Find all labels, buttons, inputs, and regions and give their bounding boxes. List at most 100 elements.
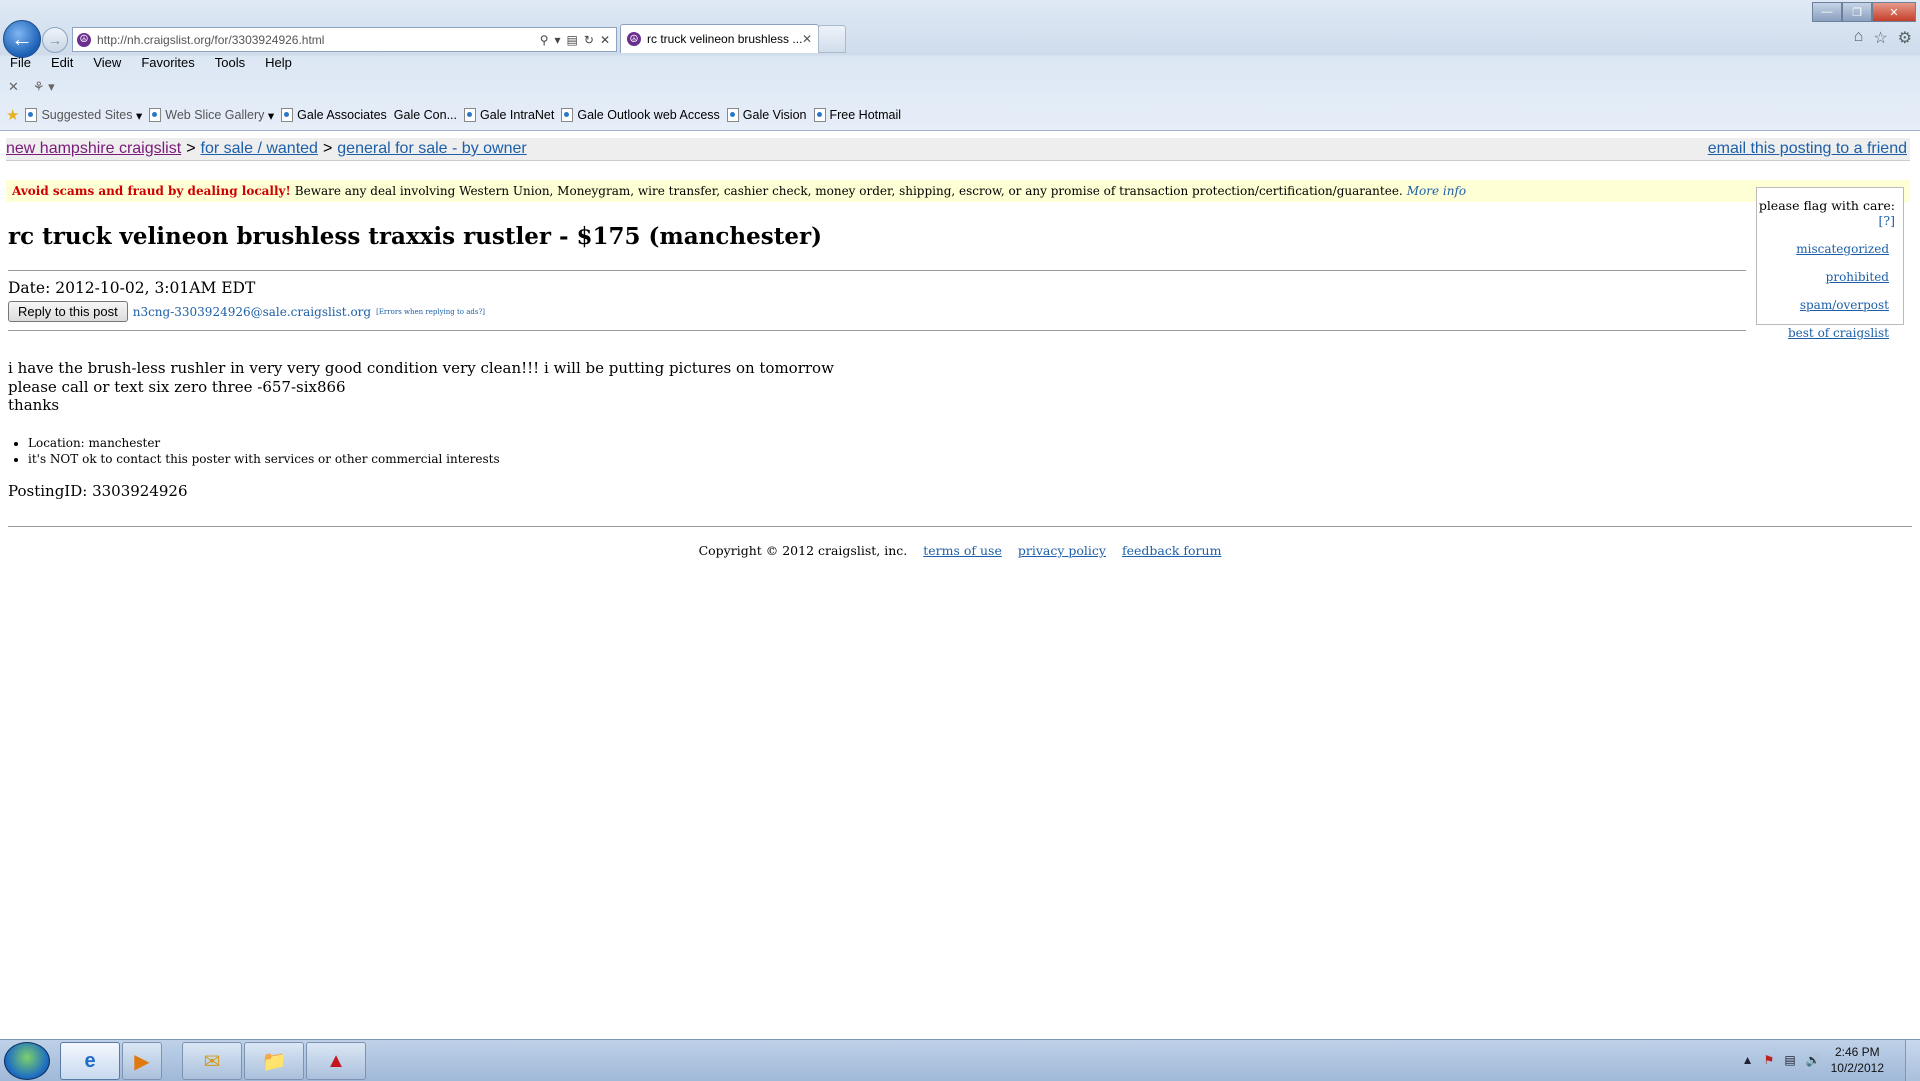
fav-gale-intranet[interactable]: Gale IntraNet xyxy=(464,108,554,122)
warning-text: Beware any deal involving Western Union,… xyxy=(294,184,1403,198)
flag-prohibited-link[interactable]: prohibited xyxy=(1757,270,1889,284)
fav-suggested-sites[interactable]: Suggested Sites ▾ xyxy=(25,108,142,123)
page-icon xyxy=(149,108,162,122)
breadcrumb: new hampshire craigslist > for sale / wa… xyxy=(6,138,1910,161)
start-button[interactable] xyxy=(4,1042,50,1080)
tab-title: rc truck velineon brushless ... xyxy=(647,32,802,46)
network-icon[interactable]: ▤ xyxy=(1784,1053,1795,1067)
dropdown-arrow-icon[interactable]: ▾ xyxy=(555,33,561,47)
reply-email-link[interactable]: n3cng-3303924926@sale.craigslist.org xyxy=(133,305,371,319)
reply-errors-link[interactable]: [Errors when replying to ads?] xyxy=(376,308,485,316)
address-bar[interactable]: ☮ http://nh.craigslist.org/for/330392492… xyxy=(72,27,617,52)
breadcrumb-category-link[interactable]: general for sale - by owner xyxy=(337,140,526,158)
menu-file[interactable]: File xyxy=(0,55,41,74)
page-icon xyxy=(813,108,826,122)
fav-web-slice-gallery[interactable]: Web Slice Gallery ▾ xyxy=(149,108,274,123)
close-tab-icon[interactable]: ✕ xyxy=(802,32,812,46)
reply-row: Reply to this post n3cng-3303924926@sale… xyxy=(8,301,485,322)
flag-spam-link[interactable]: spam/overpost xyxy=(1757,298,1889,312)
flag-best-of-link[interactable]: best of craigslist xyxy=(1757,326,1889,340)
breadcrumb-section-link[interactable]: for sale / wanted xyxy=(201,140,318,158)
fav-gale-con[interactable]: Gale Con... xyxy=(394,108,457,122)
flag-help-link[interactable]: [?] xyxy=(1879,213,1895,228)
address-url[interactable]: http://nh.craigslist.org/for/3303924926.… xyxy=(97,33,540,47)
posting-date: Date: 2012-10-02, 3:01AM EDT xyxy=(8,279,256,297)
home-icon[interactable]: ⌂ xyxy=(1854,28,1864,48)
command-row: ✕ ⚘ ▾ xyxy=(8,79,55,95)
flag-header: please flag with care: [?] xyxy=(1758,198,1895,228)
flag-box: please flag with care: [?] miscategorize… xyxy=(1756,187,1904,340)
posting-body: i have the brush-less rushler in very ve… xyxy=(8,359,834,414)
close-icon[interactable]: ✕ xyxy=(8,79,19,95)
email-friend-link[interactable]: email this posting to a friend xyxy=(1708,140,1907,158)
system-tray: ▲ ⚑ ▤ 🔊 2:46 PM 10/2/2012 xyxy=(1742,1044,1884,1076)
tray-expand-icon[interactable]: ▲ xyxy=(1742,1053,1754,1067)
favorites-bar: ★ Suggested Sites ▾ Web Slice Gallery ▾ … xyxy=(6,105,908,125)
location-item: Location: manchester xyxy=(28,435,500,451)
posting-info-list: Location: manchester it's NOT ok to cont… xyxy=(14,435,500,467)
more-info-link[interactable]: More info xyxy=(1407,184,1466,198)
peace-icon: ☮ xyxy=(77,32,91,47)
feedback-link[interactable]: feedback forum xyxy=(1122,543,1221,558)
refresh-icon[interactable]: ↻ xyxy=(584,33,594,47)
contact-policy-item: it's NOT ok to contact this poster with … xyxy=(28,451,500,467)
terms-link[interactable]: terms of use xyxy=(923,543,1002,558)
browser-right-icons: ⌂ ☆ ⚙ xyxy=(1854,28,1912,48)
posting-id: PostingID: 3303924926 xyxy=(8,482,188,500)
menu-favorites[interactable]: Favorites xyxy=(131,55,204,74)
ie-taskbar-icon[interactable]: e xyxy=(60,1042,120,1080)
media-player-taskbar-icon[interactable]: ▶ xyxy=(122,1042,162,1080)
show-desktop-button[interactable] xyxy=(1905,1040,1920,1081)
divider xyxy=(8,270,1746,271)
fav-gale-outlook[interactable]: Gale Outlook web Access xyxy=(561,108,720,122)
new-tab-button[interactable] xyxy=(818,25,846,53)
search-icon[interactable]: ⚲ xyxy=(540,33,549,47)
page-icon xyxy=(561,108,574,122)
breadcrumb-separator: > xyxy=(186,140,196,157)
dropdown-arrow-icon: ▾ xyxy=(135,108,143,123)
menu-edit[interactable]: Edit xyxy=(41,55,83,74)
feeds-icon[interactable]: ⚘ ▾ xyxy=(33,79,55,95)
add-favorite-star-icon[interactable]: ★ xyxy=(6,106,19,124)
reply-button[interactable]: Reply to this post xyxy=(8,301,128,322)
acrobat-taskbar-icon[interactable]: ▲ xyxy=(306,1042,366,1080)
menu-view[interactable]: View xyxy=(83,55,131,74)
page-icon xyxy=(281,108,294,122)
menu-bar: File Edit View Favorites Tools Help xyxy=(0,55,302,74)
browser-chrome: ← → ☮ http://nh.craigslist.org/for/33039… xyxy=(0,0,1920,131)
peace-icon: ☮ xyxy=(627,32,641,46)
fav-gale-associates[interactable]: Gale Associates xyxy=(281,108,387,122)
favorites-star-icon[interactable]: ☆ xyxy=(1873,28,1887,48)
gear-icon[interactable]: ⚙ xyxy=(1898,28,1912,48)
divider xyxy=(8,526,1912,527)
flag-tray-icon[interactable]: ⚑ xyxy=(1764,1053,1775,1067)
flag-miscategorized-link[interactable]: miscategorized xyxy=(1757,242,1889,256)
clock-date: 10/2/2012 xyxy=(1830,1061,1884,1075)
fav-gale-vision[interactable]: Gale Vision xyxy=(726,108,807,122)
back-button[interactable]: ← xyxy=(3,20,41,58)
privacy-link[interactable]: privacy policy xyxy=(1018,543,1106,558)
menu-help[interactable]: Help xyxy=(255,55,302,74)
page-content: new hampshire craigslist > for sale / wa… xyxy=(0,131,1920,1039)
volume-icon[interactable]: 🔊 xyxy=(1806,1053,1821,1067)
maximize-button[interactable]: ❐ xyxy=(1842,2,1872,22)
copyright: Copyright © 2012 craigslist, inc. xyxy=(698,543,908,558)
close-window-button[interactable]: ✕ xyxy=(1872,2,1916,22)
posting-title: rc truck velineon brushless traxxis rust… xyxy=(8,223,822,250)
outlook-taskbar-icon[interactable]: ✉ xyxy=(182,1042,242,1080)
explorer-taskbar-icon[interactable]: 📁 xyxy=(244,1042,304,1080)
fav-free-hotmail[interactable]: Free Hotmail xyxy=(813,108,901,122)
browser-tab[interactable]: ☮ rc truck velineon brushless ... ✕ xyxy=(620,24,819,53)
menu-tools[interactable]: Tools xyxy=(205,55,255,74)
breadcrumb-site-link[interactable]: new hampshire craigslist xyxy=(6,140,181,158)
footer: Copyright © 2012 craigslist, inc. terms … xyxy=(0,543,1920,558)
window-controls: — ❐ ✕ xyxy=(1812,2,1916,22)
minimize-button[interactable]: — xyxy=(1812,2,1842,22)
clock[interactable]: 2:46 PM 10/2/2012 xyxy=(1831,1044,1884,1076)
compatibility-icon[interactable]: ▤ xyxy=(567,33,578,47)
page-icon xyxy=(25,108,38,122)
stop-icon[interactable]: ✕ xyxy=(600,33,610,47)
dropdown-arrow-icon: ▾ xyxy=(267,108,275,123)
page-icon xyxy=(464,108,477,122)
forward-button[interactable]: → xyxy=(42,27,68,53)
